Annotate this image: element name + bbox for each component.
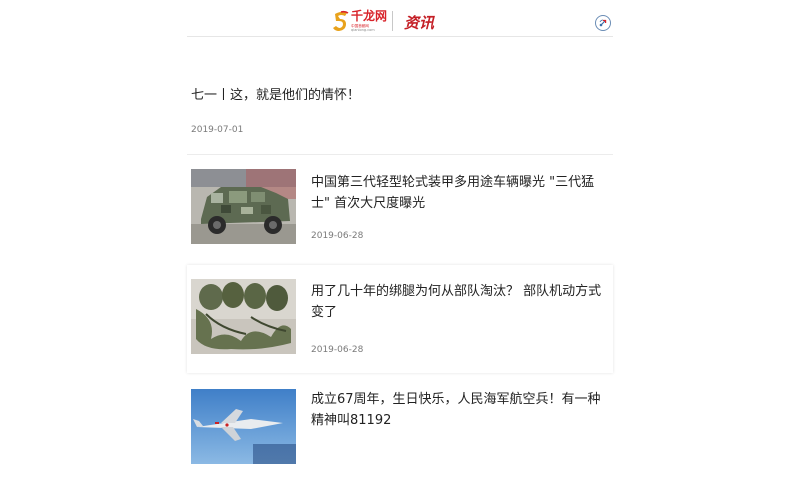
logo-tagline: 中国首都网: [351, 23, 369, 28]
section-title: 资讯: [404, 14, 435, 32]
armored-vehicle-image: [191, 169, 296, 244]
logo-name: 千龙网: [351, 8, 388, 23]
list-item-article[interactable]: 中国第三代轻型轮式装甲多用途车辆曝光 "三代猛士" 首次大尺度曝光 2019-0…: [187, 164, 613, 272]
logo-url: qianlong.com: [351, 27, 375, 32]
article-date: 2019-06-28: [311, 345, 364, 355]
list-item-article[interactable]: 用了几十年的绑腿为何从部队淘汰？ 部队机动方式变了 2019-06-28: [187, 265, 613, 373]
article-thumbnail[interactable]: [191, 389, 296, 464]
share-button[interactable]: [595, 15, 611, 31]
article-date: 2019-07-01: [191, 125, 244, 135]
article-title[interactable]: 七一丨这，就是他们的情怀！: [191, 84, 360, 103]
article-date: 2019-06-28: [311, 231, 364, 241]
list-item-text-article[interactable]: 七一丨这，就是他们的情怀！ 2019-07-01: [187, 38, 613, 155]
top-header: 千龙网 中国首都网 qianlong.com 资讯: [187, 0, 613, 37]
header-divider: [392, 11, 393, 31]
share-icon: [599, 19, 607, 27]
fighter-jet-image: [191, 389, 296, 464]
logo-mark-icon: [333, 10, 349, 31]
leg-wraps-image: [191, 279, 296, 354]
article-thumbnail[interactable]: [191, 279, 296, 354]
site-logo[interactable]: 千龙网 中国首都网 qianlong.com: [332, 9, 387, 33]
article-title[interactable]: 用了几十年的绑腿为何从部队淘汰？ 部队机动方式变了: [311, 281, 609, 323]
article-thumbnail[interactable]: [191, 169, 296, 244]
list-item-article[interactable]: 成立67周年，生日快乐，人民海军航空兵！有一种精神叫81192: [187, 383, 613, 491]
article-title[interactable]: 中国第三代轻型轮式装甲多用途车辆曝光 "三代猛士" 首次大尺度曝光: [311, 172, 609, 214]
article-title[interactable]: 成立67周年，生日快乐，人民海军航空兵！有一种精神叫81192: [311, 389, 609, 431]
